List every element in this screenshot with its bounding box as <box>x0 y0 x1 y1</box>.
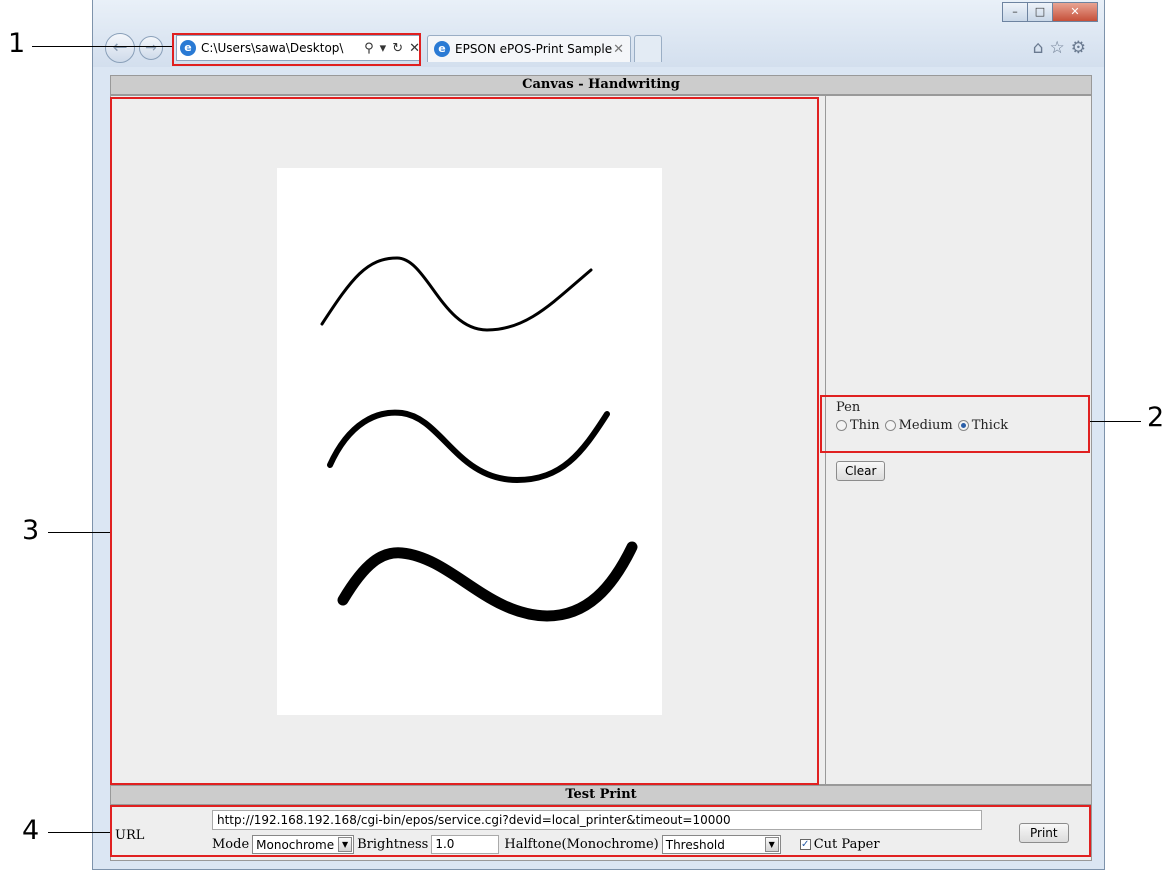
tab-close-icon[interactable]: ✕ <box>613 42 624 57</box>
callout-4: 4 <box>22 815 40 846</box>
close-button[interactable]: ✕ <box>1052 2 1098 22</box>
highlight-box-3 <box>110 97 819 785</box>
back-button[interactable]: ← <box>105 33 135 63</box>
callout-4-line <box>48 832 110 833</box>
test-print-title: Test Print <box>110 785 1092 805</box>
forward-button[interactable]: → <box>139 36 163 60</box>
window-controls: – □ ✕ <box>1002 2 1098 22</box>
highlight-box-1 <box>172 33 421 66</box>
ie-tab-icon: e <box>434 41 450 57</box>
callout-2-line <box>1090 421 1141 422</box>
canvas-section-title: Canvas - Handwriting <box>110 75 1092 95</box>
maximize-button[interactable]: □ <box>1027 2 1053 22</box>
tab-title: EPSON ePOS-Print Sample ... <box>455 42 614 56</box>
gear-icon[interactable]: ⚙ <box>1071 38 1092 58</box>
clear-button[interactable]: Clear <box>836 461 886 481</box>
browser-tab[interactable]: e EPSON ePOS-Print Sample ... ✕ <box>427 35 631 62</box>
minimize-button[interactable]: – <box>1002 2 1028 22</box>
callout-1: 1 <box>8 28 26 59</box>
callout-3: 3 <box>22 515 40 546</box>
home-icon[interactable]: ⌂ <box>1033 38 1050 58</box>
favorites-star-icon[interactable]: ☆ <box>1050 38 1071 58</box>
highlight-box-2 <box>820 395 1090 453</box>
callout-1-line <box>32 46 172 47</box>
new-tab-button[interactable] <box>634 35 662 62</box>
callout-3-line <box>48 532 110 533</box>
highlight-box-4 <box>110 805 1091 857</box>
browser-toolbar-icons: ⌂☆⚙ <box>1033 38 1092 58</box>
callout-2: 2 <box>1147 402 1165 433</box>
